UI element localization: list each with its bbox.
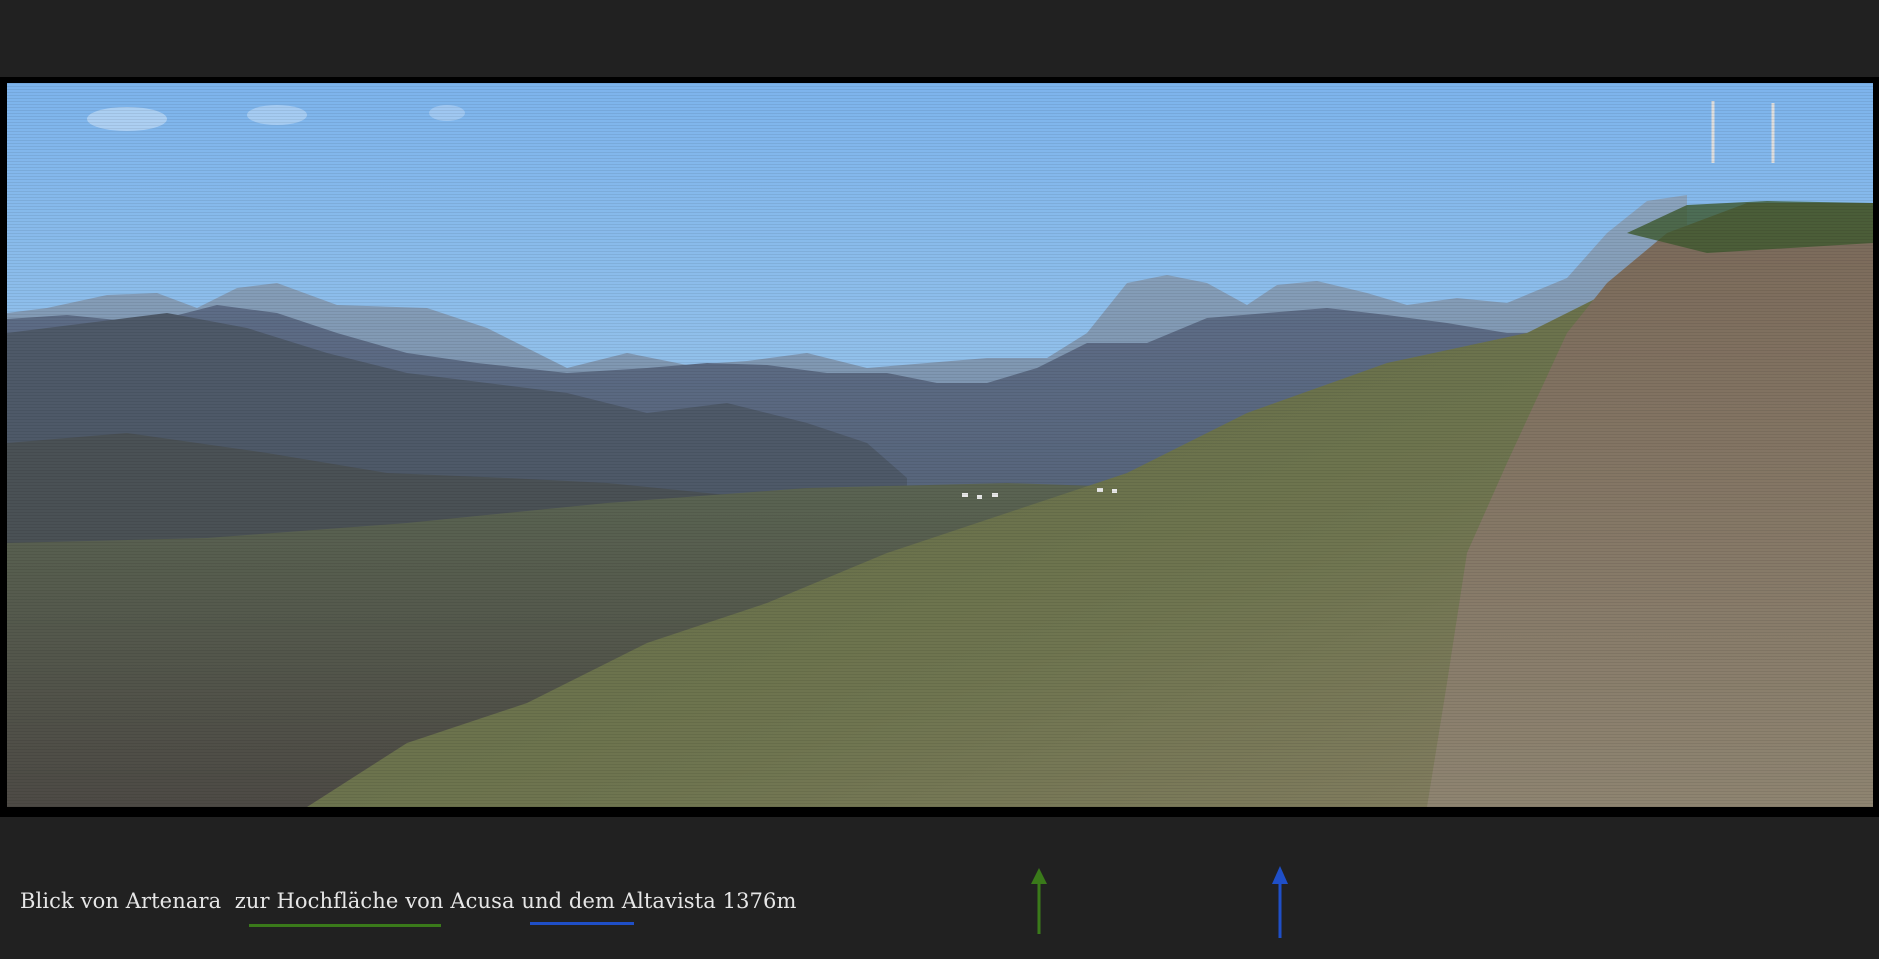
landscape-illustration — [7, 83, 1873, 807]
photo-frame — [0, 77, 1879, 817]
photo-caption: Blick von Artenara zur Hochfläche von Ac… — [20, 889, 796, 913]
blue-arrow-icon — [1272, 866, 1288, 938]
caption-part-3: und dem — [514, 889, 622, 913]
landscape-photo — [7, 83, 1873, 807]
blue-underline — [530, 922, 634, 925]
caption-part-1: Blick von Artenara zur — [20, 889, 277, 913]
page: Blick von Artenara zur Hochfläche von Ac… — [0, 0, 1879, 959]
caption-part-4: Altavista 1376m — [621, 889, 797, 913]
caption-part-2: Hochfläche von Acusa — [276, 889, 515, 913]
green-underline — [249, 924, 441, 927]
green-arrow-icon — [1031, 868, 1047, 934]
